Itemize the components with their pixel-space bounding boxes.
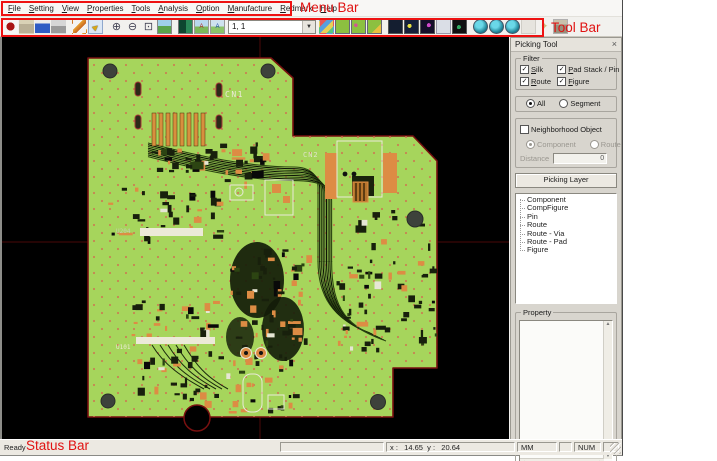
filter-group: Filter ✓Silk ✓Pad Stack / Pin ✓Route ✓Fi…	[515, 58, 617, 90]
distance-field: 0	[553, 153, 607, 164]
board-notch	[184, 405, 210, 431]
image-bluemark-icon[interactable]: A	[210, 19, 225, 34]
blank-icon	[521, 19, 536, 34]
layer-dark-4-icon[interactable]	[452, 19, 467, 34]
status-coordinates: x : 14.65 y : 20.64	[386, 442, 515, 452]
object-type-list[interactable]: Component CompFigure Pin Route Route - V…	[515, 193, 617, 304]
status-units: MM	[517, 442, 557, 452]
design-color-icon[interactable]	[319, 19, 334, 34]
checkbox-figure[interactable]: ✓Figure	[557, 77, 613, 86]
filter-legend: Filter	[521, 54, 542, 63]
checkbox-silk[interactable]: ✓Silk	[520, 65, 557, 74]
scope-group: All Segment	[515, 96, 617, 112]
checkbox-icon: ✓	[557, 65, 566, 74]
status-bar: Ready x : 14.65 y : 20.64 MM NUM	[0, 439, 622, 455]
zoom-fit-icon[interactable]	[157, 19, 172, 34]
radio-route-disabled: Route	[590, 140, 621, 149]
image-redmark-icon[interactable]: A	[194, 19, 209, 34]
status-bar-annotation-label: Status Bar	[26, 438, 89, 453]
status-empty-1	[280, 442, 384, 452]
print-icon[interactable]	[51, 19, 66, 34]
zoom-out-icon[interactable]: ⊖	[125, 19, 140, 34]
checkbox-icon: ✓	[557, 77, 566, 86]
layer-combo[interactable]: 1, 1 ▼	[228, 20, 316, 34]
tool-bar-annotation-label: Tool Bar	[551, 20, 601, 35]
neighborhood-group: Neighborhood Object Component Route Dist…	[515, 118, 617, 168]
menu-tools[interactable]: Tools	[128, 2, 155, 15]
select-arrow-icon[interactable]: ►	[88, 19, 103, 34]
radio-all[interactable]: All	[526, 99, 545, 108]
picking-tool-panel: Picking Tool × Filter ✓Silk ✓Pad Stack /…	[510, 37, 622, 440]
picking-tool-title: Picking Tool	[515, 38, 558, 51]
status-ready: Ready	[4, 443, 26, 452]
app-window: File Setting View Properties Tools Analy…	[0, 0, 623, 456]
pcb-canvas[interactable]: CN1 CN2 U204 U101	[0, 37, 509, 440]
open-folder-icon[interactable]	[19, 19, 34, 34]
board-top-view-icon[interactable]	[335, 19, 350, 34]
silk-label-u101: U101	[116, 344, 131, 351]
menu-manufacture[interactable]: Manufacture	[224, 2, 276, 15]
radio-icon	[526, 99, 535, 108]
figure-stage: File Setting View Properties Tools Analy…	[0, 0, 717, 461]
checkbox-neighborhood-object[interactable]: Neighborhood Object	[520, 125, 602, 134]
pcb-drawing: CN1 CN2 U204 U101	[2, 37, 509, 440]
cursor-glyph: ►	[89, 20, 102, 33]
layer-light-icon[interactable]	[436, 19, 451, 34]
zoom-in-icon[interactable]: ⊕	[109, 19, 124, 34]
refresh-3-icon[interactable]	[505, 19, 520, 34]
list-item[interactable]: Figure	[518, 246, 616, 254]
menu-option[interactable]: Option	[192, 2, 224, 15]
resize-grip[interactable]	[610, 443, 621, 454]
radio-segment[interactable]: Segment	[559, 99, 600, 108]
menu-properties[interactable]: Properties	[83, 2, 127, 15]
menu-analysis[interactable]: Analysis	[154, 2, 192, 15]
distance-label: Distance	[520, 154, 549, 163]
radio-component-disabled: Component	[526, 140, 576, 149]
tool-bar: ► ⊕ ⊖ ⊡ A A 1, 1 ▼	[0, 17, 622, 37]
status-num-lock: NUM	[574, 442, 601, 452]
main-area: CN1 CN2 U204 U101 Picking Tool × Filter …	[0, 37, 622, 440]
property-legend: Property	[521, 308, 553, 317]
picking-tool-titlebar: Picking Tool ×	[511, 38, 621, 52]
silk-label-u204: U204	[116, 228, 131, 235]
menu-bar-annotation-label: Menu Bar	[300, 0, 359, 15]
radio-icon	[559, 99, 568, 108]
board-pick-view-icon[interactable]	[367, 19, 382, 34]
status-empty-2	[559, 442, 572, 452]
app-icon[interactable]	[3, 19, 18, 34]
menu-file[interactable]: File	[4, 2, 25, 15]
checkbox-icon: ✓	[520, 65, 529, 74]
scroll-up-icon[interactable]: ▲	[606, 321, 611, 327]
chevron-down-icon[interactable]: ▼	[302, 21, 315, 33]
checkbox-route[interactable]: ✓Route	[520, 77, 557, 86]
refresh-1-icon[interactable]	[473, 19, 488, 34]
checkbox-icon	[520, 125, 529, 134]
silk-label-cn2: CN2	[303, 151, 319, 159]
menu-view[interactable]: View	[58, 2, 83, 15]
checkbox-icon: ✓	[520, 77, 529, 86]
layer-dark-2-icon[interactable]	[404, 19, 419, 34]
refresh-2-icon[interactable]	[489, 19, 504, 34]
layer-panel-icon[interactable]	[178, 19, 193, 34]
highlight-icon[interactable]: ✦	[537, 19, 552, 34]
zoom-window-icon[interactable]: ⊡	[141, 19, 156, 34]
close-icon[interactable]: ×	[612, 40, 617, 49]
checkbox-pad-stack-pin[interactable]: ✓Pad Stack / Pin	[557, 65, 613, 74]
silk-label-cn1: CN1	[225, 90, 244, 99]
layer-combo-value: 1, 1	[229, 22, 302, 31]
pencil-icon[interactable]	[72, 19, 87, 34]
layer-dark-1-icon[interactable]	[388, 19, 403, 34]
picking-layer-button[interactable]: Picking Layer	[515, 173, 617, 188]
save-icon[interactable]	[35, 19, 50, 34]
layer-dark-3-icon[interactable]	[420, 19, 435, 34]
menu-setting[interactable]: Setting	[25, 2, 58, 15]
board-component-view-icon[interactable]	[351, 19, 366, 34]
